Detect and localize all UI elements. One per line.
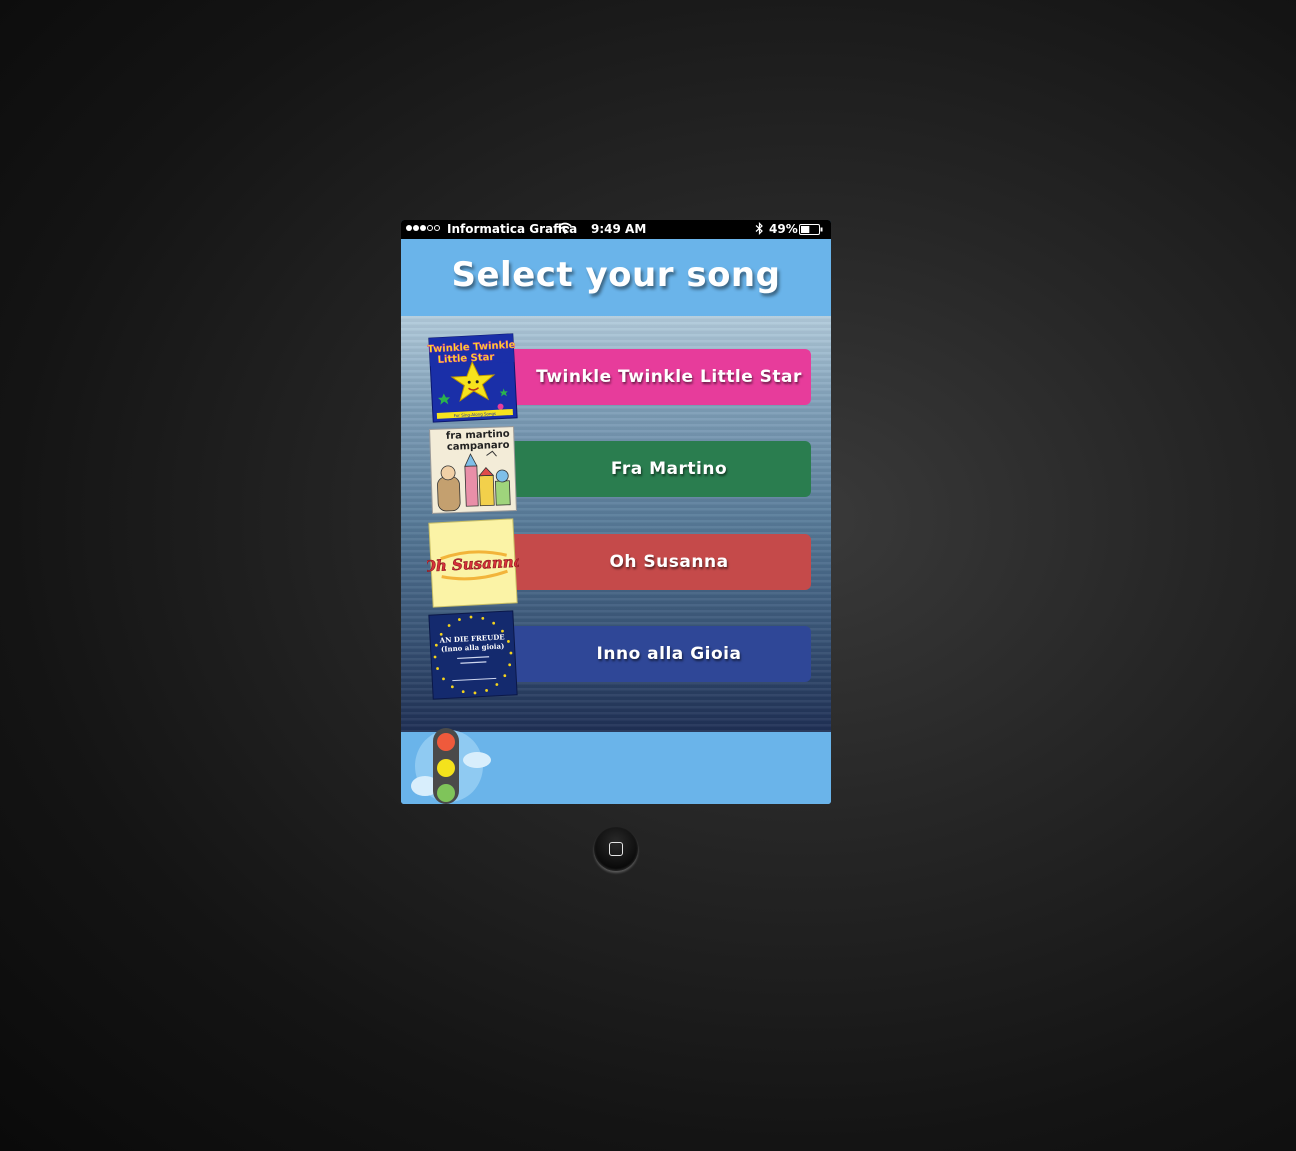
battery-percentage: 49%: [769, 222, 798, 236]
song-button-fra-martino[interactable]: Fra Martino: [507, 441, 811, 497]
album-cover-oh-susanna[interactable]: Oh Susanna: [427, 517, 519, 609]
home-button[interactable]: [594, 827, 638, 871]
song-item-fra-martino: Fra Martino fra martino campanaro: [427, 424, 811, 516]
album-cover-twinkle[interactable]: Twinkle Twinkle Little Star For Sing-Alo…: [427, 332, 519, 424]
clock: 9:49 AM: [591, 222, 647, 236]
song-button-label: Oh Susanna: [609, 552, 729, 572]
song-button-oh-susanna[interactable]: Oh Susanna: [507, 534, 811, 590]
signal-strength-icon: [406, 225, 440, 231]
song-button-inno-alla-gioia[interactable]: Inno alla Gioia: [507, 626, 811, 682]
song-button-twinkle[interactable]: Twinkle Twinkle Little Star: [507, 349, 811, 405]
cover-title-line-2: campanaro: [447, 440, 510, 453]
song-item-oh-susanna: Oh Susanna Oh Susanna: [427, 517, 811, 609]
song-item-twinkle: Twinkle Twinkle Little Star Twinkle Twin…: [427, 332, 811, 424]
app-screen: Informatica Grafica 9:49 AM 49% Select y…: [401, 220, 831, 804]
wifi-icon: [558, 222, 572, 234]
song-button-label: Fra Martino: [610, 459, 728, 479]
app-header: Select your song: [401, 239, 831, 316]
song-button-label: Twinkle Twinkle Little Star: [536, 367, 802, 387]
song-item-inno-alla-gioia: Inno alla Gioia AN DIE FREUDE (Inno alla…: [427, 609, 811, 701]
song-list: Twinkle Twinkle Little Star Twinkle Twin…: [401, 316, 831, 732]
home-square-icon: [609, 842, 623, 856]
status-bar: Informatica Grafica 9:49 AM 49%: [401, 220, 831, 239]
battery-icon: [799, 224, 823, 235]
bluetooth-icon: [755, 222, 763, 235]
traffic-light-icon[interactable]: [407, 720, 491, 804]
album-cover-fra-martino[interactable]: fra martino campanaro: [427, 424, 519, 516]
album-cover-inno-alla-gioia[interactable]: AN DIE FREUDE (Inno alla gioia): [427, 609, 519, 701]
page-title: Select your song: [451, 255, 781, 295]
song-button-label: Inno alla Gioia: [596, 644, 742, 664]
